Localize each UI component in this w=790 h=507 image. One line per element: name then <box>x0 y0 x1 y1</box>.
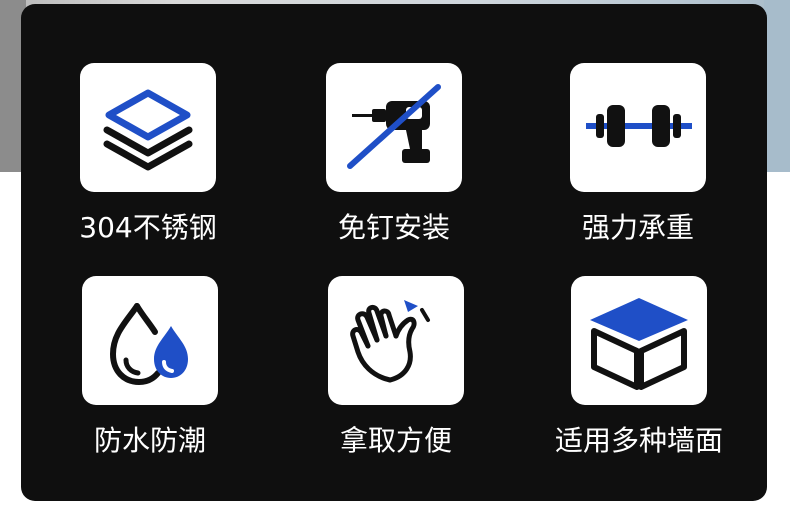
features-panel: 304不锈钢 免钉安装 强力承重 防水防潮 拿取方便 适用多种墙面 <box>21 4 767 501</box>
hand-wave-icon <box>350 300 430 383</box>
icon-tile <box>326 63 462 192</box>
background-photo-right <box>764 0 790 172</box>
layers-icon <box>103 89 193 171</box>
feature-label: 304不锈钢 <box>79 211 217 244</box>
icon-tile <box>82 276 218 405</box>
feature-label: 免钉安装 <box>337 211 450 244</box>
icon-tile <box>570 63 706 192</box>
icon-tile <box>328 276 464 405</box>
feature-label: 强力承重 <box>581 211 694 244</box>
dumbbell-icon <box>586 105 692 147</box>
icon-tile <box>80 63 216 192</box>
feature-label: 拿取方便 <box>339 424 452 457</box>
no-drill-icon <box>347 84 441 169</box>
water-drops-icon <box>109 303 188 386</box>
feature-label: 适用多种墙面 <box>554 424 723 457</box>
box-icon <box>590 298 688 390</box>
icon-tile <box>571 276 707 405</box>
feature-label: 防水防潮 <box>93 424 206 457</box>
